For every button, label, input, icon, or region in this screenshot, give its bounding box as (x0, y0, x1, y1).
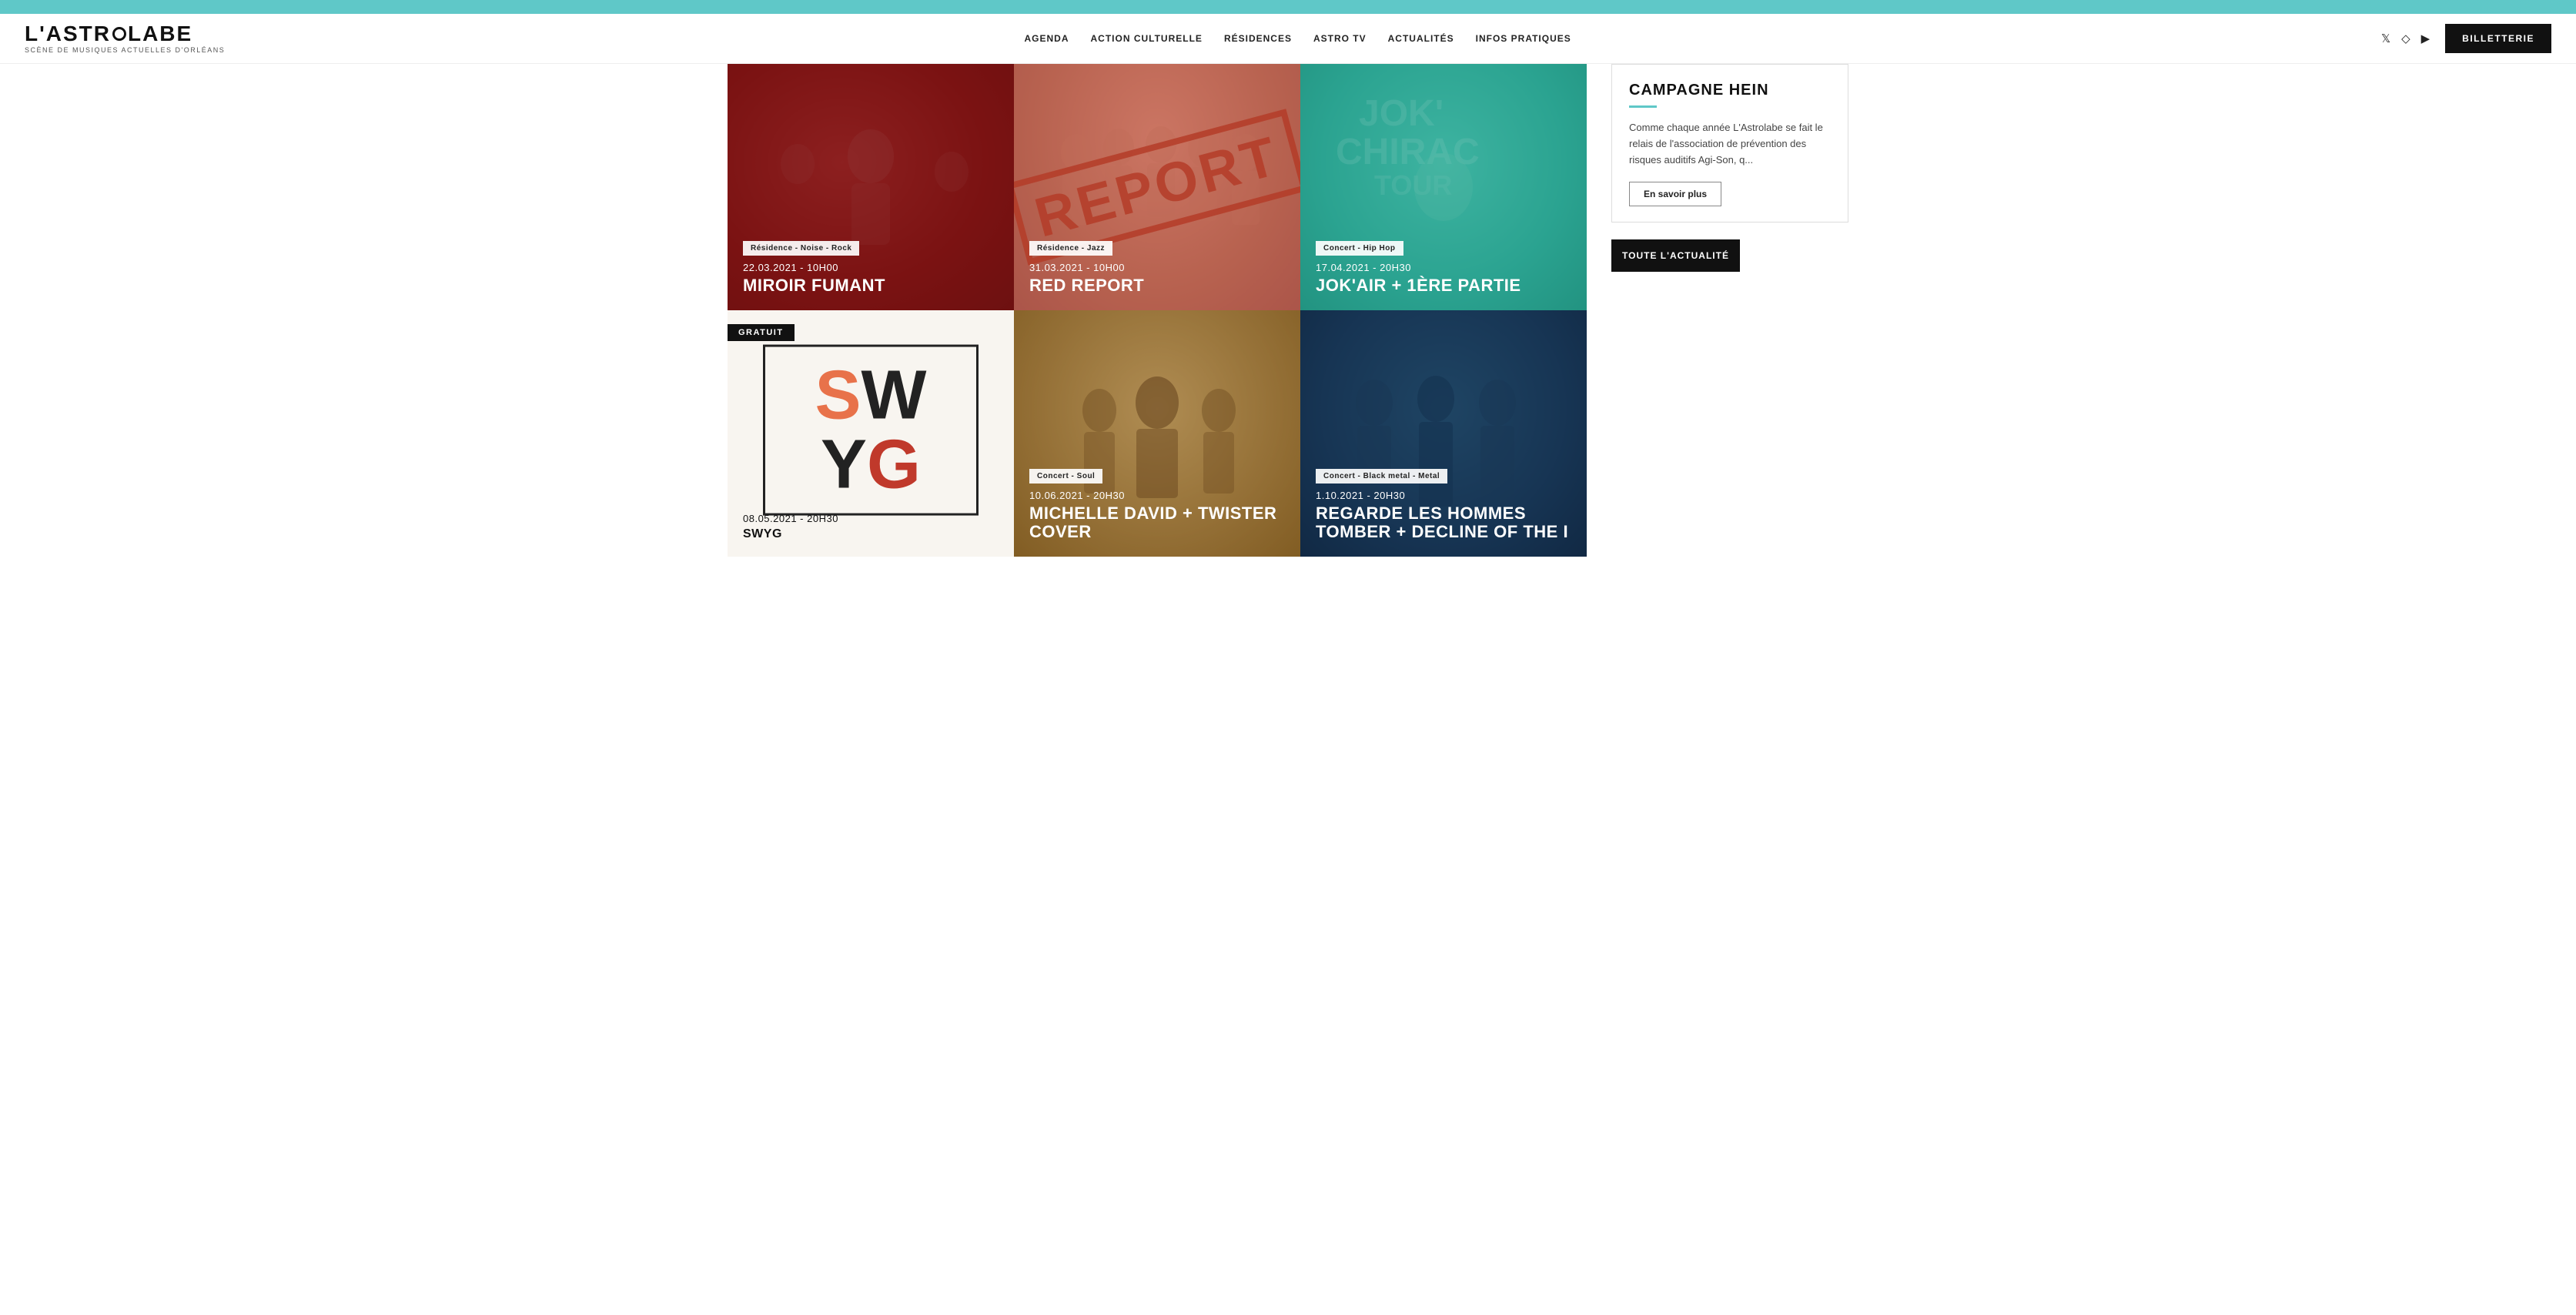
card-1-badge: Résidence - Noise - Rock (743, 241, 859, 256)
card-3-content: Concert - Hip Hop 17.04.2021 - 20H30 JOK… (1300, 226, 1587, 310)
card-1-date: 22.03.2021 - 10H00 (743, 262, 999, 273)
card-3-title: JOK'AIR + 1ÈRE PARTIE (1316, 276, 1571, 295)
sidebar-article-text: Comme chaque année L'Astrolabe se fait l… (1612, 120, 1848, 182)
card-6-title: REGARDE LES HOMMES TOMBER + DECLINE OF T… (1316, 504, 1571, 541)
card-red-report[interactable]: REPORT Résidence - Jazz 31.03.2021 - 10H… (1014, 64, 1300, 310)
sidebar: CAMPAGNE HEIN Comme chaque année L'Astro… (1587, 64, 1848, 557)
logo-circle-icon (112, 27, 126, 41)
gratuit-badge: GRATUIT (728, 324, 795, 341)
nav-infos-pratiques[interactable]: INFOS PRATIQUES (1476, 33, 1571, 44)
instagram-icon[interactable]: ◇ (2401, 32, 2410, 45)
logo-subtitle: Scène de musiques actuelles d'Orléans (25, 46, 225, 54)
nav-residences[interactable]: RÉSIDENCES (1224, 33, 1292, 44)
sidebar-learn-more-link[interactable]: En savoir plus (1629, 182, 1721, 206)
main-nav: AGENDA ACTION CULTURELLE RÉSIDENCES ASTR… (1024, 33, 1571, 44)
sidebar-divider (1629, 105, 1657, 108)
main-content: Résidence - Noise - Rock 22.03.2021 - 10… (703, 64, 1873, 587)
card-6-content: Concert - Black metal - Metal 1.10.2021 … (1300, 454, 1587, 557)
swyg-w: W (861, 361, 927, 430)
card-2-content: Résidence - Jazz 31.03.2021 - 10H00 RED … (1014, 226, 1300, 310)
card-swyg[interactable]: GRATUIT S W Y G 08.05.20 (728, 310, 1014, 557)
logo[interactable]: L'ASTRLABE Scène de musiques actuelles d… (25, 23, 225, 54)
card-3-date: 17.04.2021 - 20H30 (1316, 262, 1571, 273)
top-teal-bar (0, 0, 2576, 14)
nav-action-culturelle[interactable]: ACTION CULTURELLE (1091, 33, 1203, 44)
cards-row-2: GRATUIT S W Y G 08.05.20 (728, 310, 1587, 557)
nav-actualites[interactable]: ACTUALITÉS (1388, 33, 1454, 44)
cards-area: Résidence - Noise - Rock 22.03.2021 - 10… (728, 64, 1587, 557)
card-6-date: 1.10.2021 - 20H30 (1316, 490, 1571, 501)
card-2-title: RED REPORT (1029, 276, 1285, 295)
cards-row-1: Résidence - Noise - Rock 22.03.2021 - 10… (728, 64, 1587, 310)
card-regarde-hommes[interactable]: Concert - Black metal - Metal 1.10.2021 … (1300, 310, 1587, 557)
swyg-g: G (867, 430, 921, 500)
card-1-content: Résidence - Noise - Rock 22.03.2021 - 10… (728, 226, 1014, 310)
card-jokair[interactable]: JOK' CHIRAC TOUR Concert - Hip Hop 17.04… (1300, 64, 1587, 310)
swyg-s: S (815, 361, 861, 430)
card-5-title: MICHELLE DAVID + TWISTER COVER (1029, 504, 1285, 541)
card-miroir-fumant[interactable]: Résidence - Noise - Rock 22.03.2021 - 10… (728, 64, 1014, 310)
card-4-title: SWYG (743, 527, 999, 541)
card-6-badge: Concert - Black metal - Metal (1316, 469, 1447, 484)
youtube-icon[interactable]: ▶ (2421, 32, 2430, 45)
social-icons-group:  𝕏 ◇ ▶ (2370, 32, 2430, 45)
nav-agenda[interactable]: AGENDA (1024, 33, 1069, 44)
card-5-content: Concert - Soul 10.06.2021 - 20H30 MICHEL… (1014, 454, 1300, 557)
site-header: L'ASTRLABE Scène de musiques actuelles d… (0, 14, 2576, 64)
sidebar-article-card: CAMPAGNE HEIN Comme chaque année L'Astro… (1611, 64, 1848, 223)
card-3-badge: Concert - Hip Hop (1316, 241, 1403, 256)
card-5-date: 10.06.2021 - 20H30 (1029, 490, 1285, 501)
twitter-icon[interactable]: 𝕏 (2381, 32, 2390, 45)
card-1-title: MIROIR FUMANT (743, 276, 999, 295)
nav-astro-tv[interactable]: ASTRO TV (1313, 33, 1367, 44)
card-2-date: 31.03.2021 - 10H00 (1029, 262, 1285, 273)
card-2-badge: Résidence - Jazz (1029, 241, 1112, 256)
toute-actualite-button[interactable]: Toute l'actualité (1611, 239, 1740, 272)
logo-text: L'ASTRLABE (25, 23, 225, 45)
swyg-y: Y (821, 430, 867, 500)
card-5-badge: Concert - Soul (1029, 469, 1102, 484)
card-michelle-david[interactable]: Concert - Soul 10.06.2021 - 20H30 MICHEL… (1014, 310, 1300, 557)
sidebar-article-title: CAMPAGNE HEIN (1612, 65, 1848, 105)
billetterie-button[interactable]: BILLETTERIE (2445, 24, 2551, 53)
